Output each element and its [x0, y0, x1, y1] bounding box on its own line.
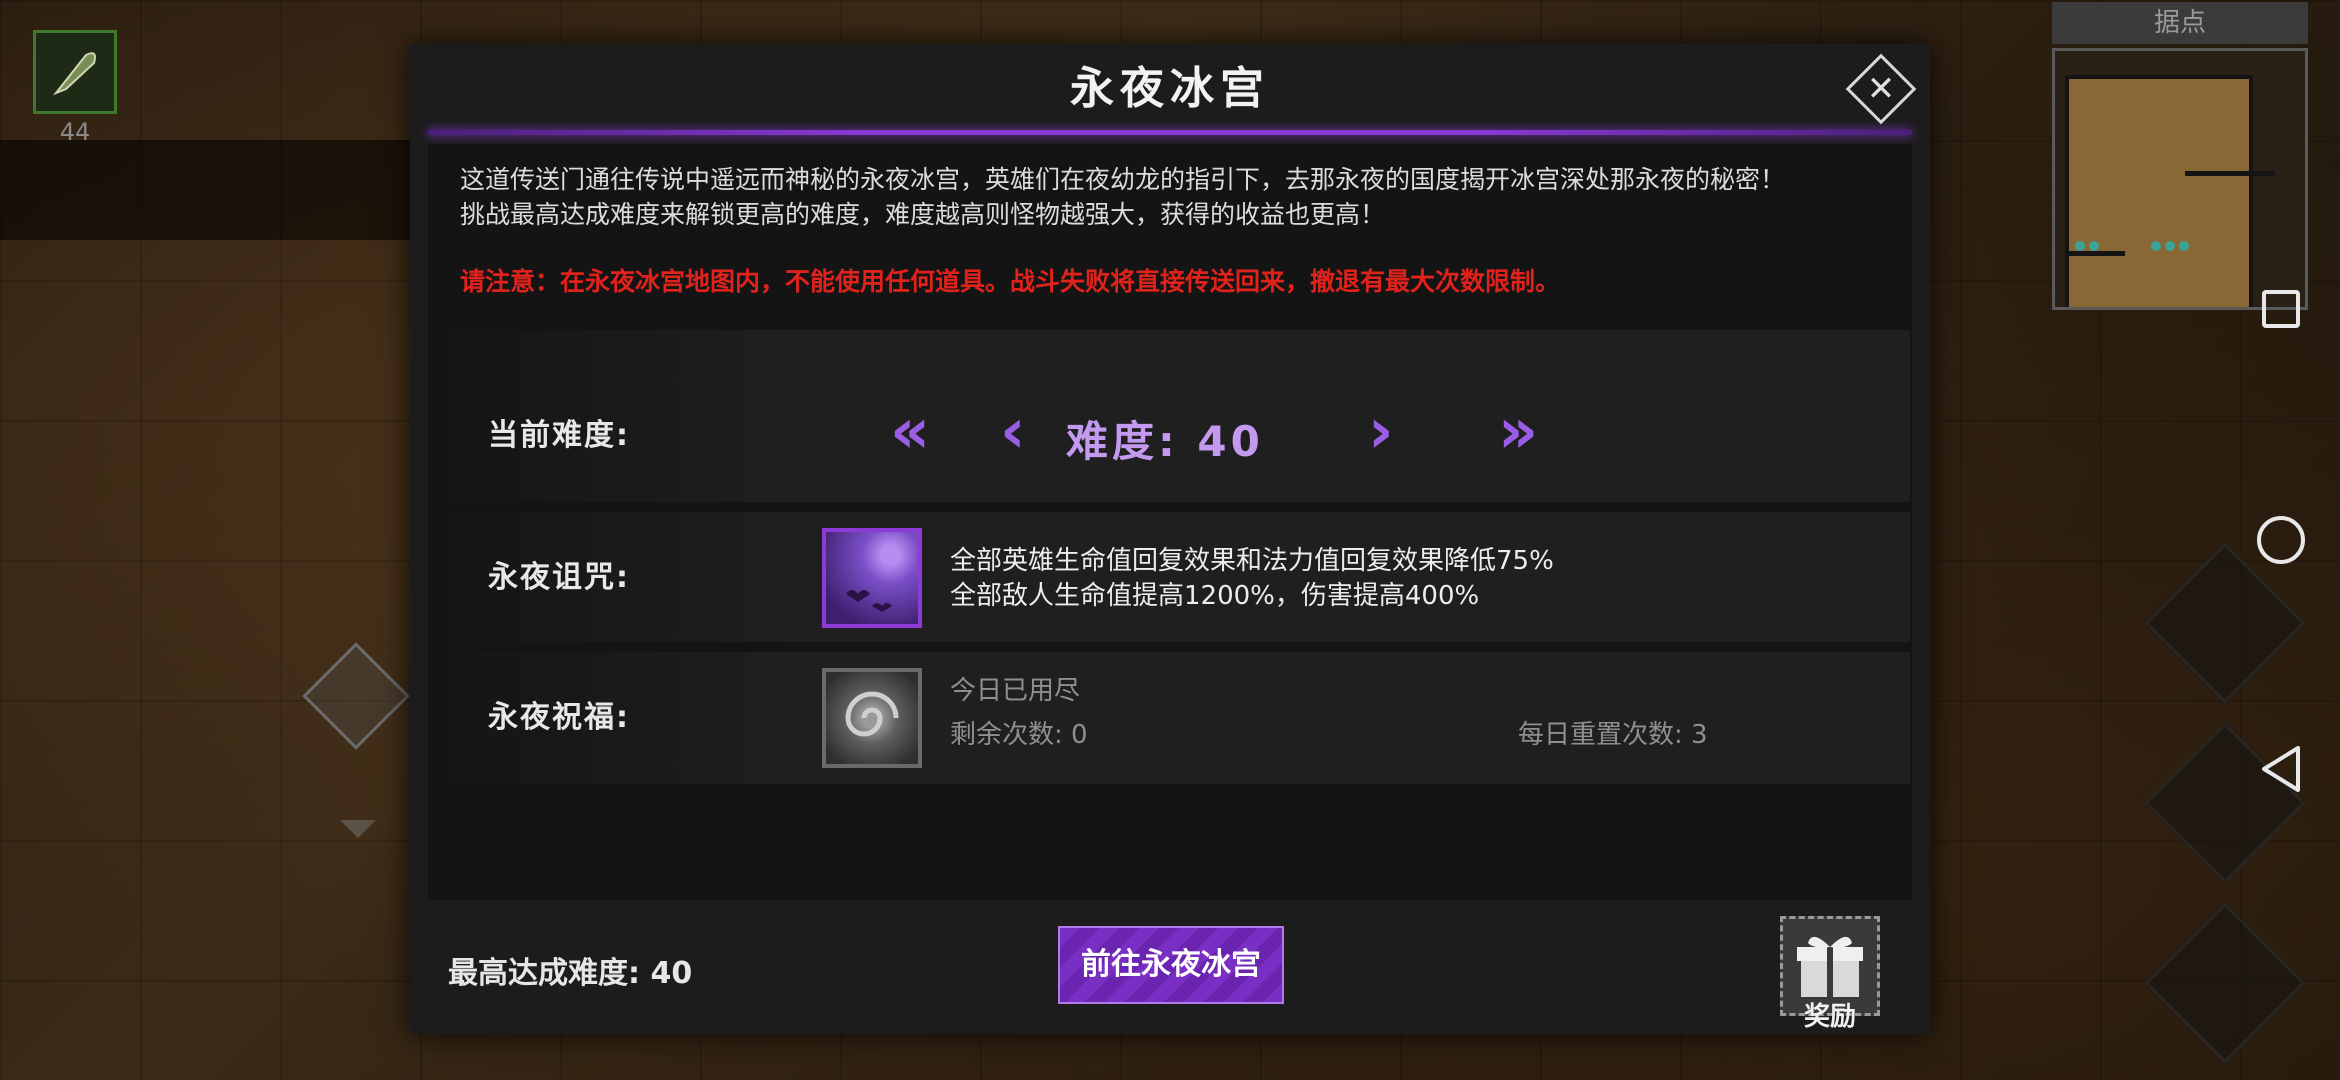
background-band [0, 140, 420, 240]
difficulty-first-button[interactable]: « [890, 400, 930, 462]
minimap-marker [2075, 241, 2085, 251]
recent-apps-icon[interactable] [2262, 290, 2300, 328]
minimap-marker [2179, 241, 2189, 251]
best-difficulty: 最高达成难度: 40 [448, 956, 693, 991]
minimap-marker [2165, 241, 2175, 251]
description-line: 这道传送门通往传说中遥远而神秘的永夜冰宫，英雄们在夜幼龙的指引下，去那永夜的国度… [460, 165, 1786, 194]
warning-text: 请注意：在永夜冰宫地图内，不能使用任何道具。战斗失败将直接传送回来，撤退有最大次… [460, 267, 1561, 296]
difficulty-next-button[interactable]: › [1368, 400, 1394, 462]
curse-effect-line: 全部英雄生命值回复效果和法力值回复效果降低75% [950, 546, 1554, 576]
blessing-remaining: 剩余次数: 0 [950, 720, 1088, 750]
difficulty-label: 当前难度: [488, 418, 630, 453]
down-arrow-icon [340, 820, 376, 838]
difficulty-value: 难度: 40 [1066, 417, 1264, 466]
minimap-marker [2089, 241, 2099, 251]
home-icon[interactable] [2257, 516, 2305, 564]
blessing-label: 永夜祝福: [488, 700, 630, 735]
minimap-title: 据点 [2052, 2, 2308, 44]
difficulty-last-button[interactable]: » [1498, 400, 1538, 462]
close-icon[interactable]: ✕ [1856, 64, 1906, 114]
minimap-wall [2185, 171, 2275, 176]
difficulty-row: 当前难度: « ‹ 难度: 40 › » [430, 330, 1910, 502]
description: 这道传送门通往传说中遥远而神秘的永夜冰宫，英雄们在夜幼龙的指引下，去那永夜的国度… [460, 162, 1900, 232]
blessing-daily-reset: 每日重置次数: 3 [1518, 720, 1708, 750]
difficulty-prev-button[interactable]: ‹ [1000, 400, 1026, 462]
minimap-wall [2065, 251, 2125, 256]
item-count: 44 [59, 118, 91, 146]
title-divider [428, 130, 1912, 135]
eternal-night-palace-dialog: 永夜冰宫 ✕ 这道传送门通往传说中遥远而神秘的永夜冰宫，英雄们在夜幼龙的指引下，… [410, 44, 1930, 1034]
go-to-palace-button[interactable]: 前往永夜冰宫 [1058, 926, 1284, 1004]
feather-icon [52, 52, 96, 96]
back-icon[interactable] [2260, 744, 2302, 794]
curse-row: 永夜诅咒: 全部英雄生命值回复效果和法力值回复效果降低75% 全部敌人生命值提高… [430, 512, 1910, 642]
minimap[interactable] [2052, 48, 2308, 310]
dialog-title: 永夜冰宫 [1070, 63, 1270, 114]
curse-effects: 全部英雄生命值回复效果和法力值回复效果降低75% 全部敌人生命值提高1200%，… [950, 544, 1554, 614]
blessing-row: 永夜祝福: 今日已用尽 剩余次数: 0 每日重置次数: 3 [430, 652, 1910, 784]
curse-label: 永夜诅咒: [488, 560, 630, 595]
minimap-room [2065, 75, 2253, 307]
reward-label: 奖励 [1803, 1002, 1856, 1032]
quick-item-slot[interactable] [33, 30, 117, 114]
description-line: 挑战最高达成难度来解锁更高的难度，难度越高则怪物越强大，获得的收益也更高！ [460, 200, 1386, 229]
curse-effect-line: 全部敌人生命值提高1200%，伤害提高400% [950, 581, 1480, 611]
bat-moon-icon [822, 528, 922, 628]
swirl-icon [822, 668, 922, 768]
minimap-marker [2151, 241, 2161, 251]
blessing-status: 今日已用尽 [950, 676, 1081, 706]
